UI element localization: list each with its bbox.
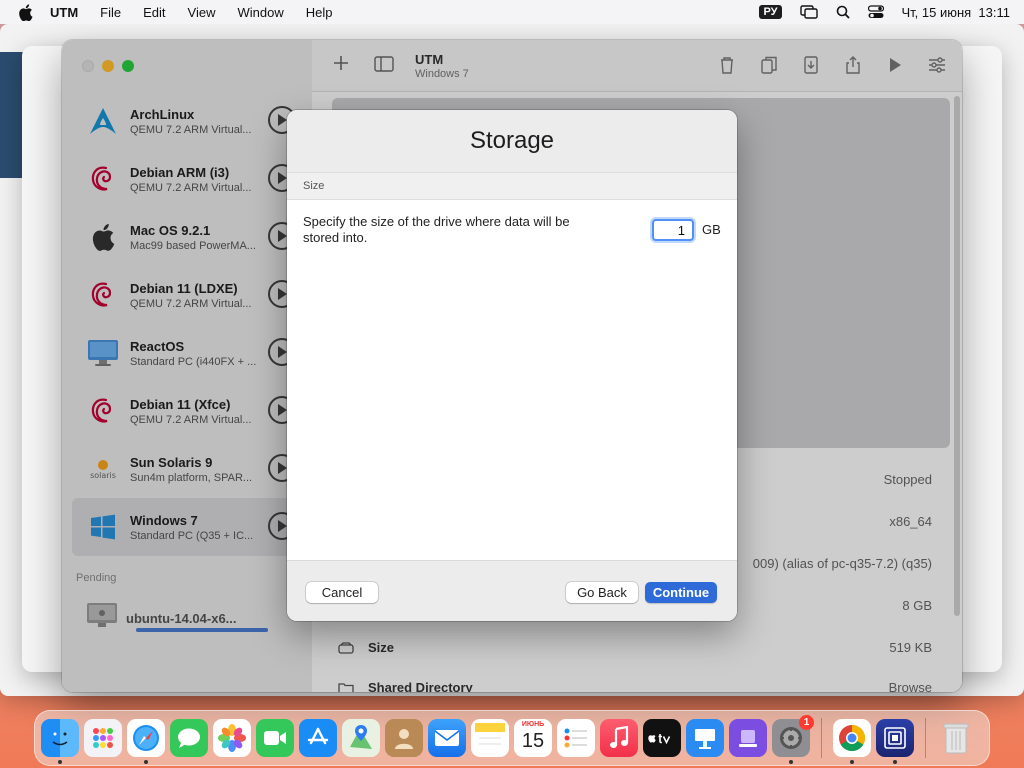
menu-file[interactable]: File: [100, 5, 121, 20]
sheet-body: Specify the size of the drive where data…: [287, 200, 737, 560]
sheet-header: Storage: [287, 110, 737, 172]
menu-edit[interactable]: Edit: [143, 5, 165, 20]
drive-size-input[interactable]: [652, 219, 694, 241]
notes-icon[interactable]: [471, 719, 509, 757]
finder-icon[interactable]: [41, 719, 79, 764]
background-page-banner: [0, 52, 24, 178]
control-center-icon[interactable]: [867, 5, 884, 19]
podcasts-icon[interactable]: [729, 719, 767, 757]
mail-icon[interactable]: [428, 719, 466, 757]
menu-app-name[interactable]: UTM: [50, 5, 78, 20]
launchpad-icon[interactable]: [84, 719, 122, 757]
menu-help[interactable]: Help: [306, 5, 333, 20]
utm-app-icon[interactable]: [876, 719, 914, 764]
menu-window[interactable]: Window: [237, 5, 283, 20]
calendar-icon[interactable]: ИЮНЬ 15: [514, 719, 552, 757]
facetime-icon[interactable]: [256, 719, 294, 757]
trash-icon[interactable]: [937, 719, 975, 757]
spotlight-search-icon[interactable]: [836, 5, 850, 19]
storage-sheet: Storage Size Specify the size of the dri…: [287, 110, 737, 621]
cancel-button[interactable]: Cancel: [306, 582, 378, 603]
go-back-button[interactable]: Go Back: [566, 582, 638, 603]
menu-view[interactable]: View: [188, 5, 216, 20]
dock-separator: [925, 718, 926, 758]
dock-separator: [821, 718, 822, 758]
calendar-day: 15: [521, 730, 545, 752]
screen-mirroring-icon[interactable]: [799, 5, 818, 19]
size-section-header: Size: [287, 172, 737, 200]
contacts-icon[interactable]: [385, 719, 423, 757]
continue-button[interactable]: Continue: [645, 582, 717, 603]
apple-tv-icon[interactable]: [643, 719, 681, 757]
size-description: Specify the size of the drive where data…: [303, 214, 570, 245]
maps-icon[interactable]: [342, 719, 380, 757]
photos-icon[interactable]: [213, 719, 251, 757]
apple-menu-icon[interactable]: [18, 3, 36, 21]
system-settings-icon[interactable]: 1: [772, 715, 814, 764]
dock: ИЮНЬ 15 1: [34, 710, 990, 766]
chrome-icon[interactable]: [833, 719, 871, 764]
safari-icon[interactable]: [127, 719, 165, 764]
keynote-icon[interactable]: [686, 719, 724, 757]
app-store-icon[interactable]: [299, 719, 337, 757]
menu-clock[interactable]: Чт, 15 июня 13:11: [902, 5, 1011, 20]
calendar-month: ИЮНЬ: [521, 721, 545, 728]
reminders-icon[interactable]: [557, 719, 595, 757]
size-unit-label: GB: [702, 222, 721, 237]
sheet-footer: Cancel Go Back Continue: [287, 560, 737, 621]
sheet-title: Storage: [469, 127, 555, 154]
music-icon[interactable]: [600, 719, 638, 757]
messages-icon[interactable]: [170, 719, 208, 757]
settings-badge: 1: [799, 715, 814, 730]
menu-bar: UTM File Edit View Window Help РУ Чт, 15…: [0, 0, 1024, 24]
keyboard-layout-indicator[interactable]: РУ: [759, 5, 782, 19]
